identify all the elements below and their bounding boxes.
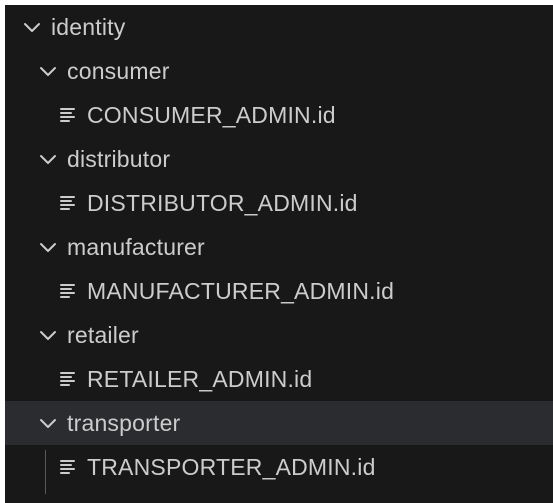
folder-distributor[interactable]: distributor xyxy=(5,137,553,181)
chevron-down-icon xyxy=(37,324,59,346)
file-manufacturer-admin[interactable]: MANUFACTURER_ADMIN.id xyxy=(5,269,553,313)
file-consumer-admin[interactable]: CONSUMER_ADMIN.id xyxy=(5,93,553,137)
file-label: MANUFACTURER_ADMIN.id xyxy=(87,277,395,304)
chevron-down-icon xyxy=(21,16,43,38)
folder-label: consumer xyxy=(67,57,170,84)
folder-label: distributor xyxy=(67,145,171,172)
folder-consumer[interactable]: consumer xyxy=(5,49,553,93)
folder-label: transporter xyxy=(67,409,181,436)
lines-file-icon xyxy=(57,192,79,214)
lines-file-icon xyxy=(57,368,79,390)
chevron-down-icon xyxy=(37,148,59,170)
lines-file-icon xyxy=(57,456,79,478)
lines-file-icon xyxy=(57,280,79,302)
folder-transporter[interactable]: transporter xyxy=(5,401,553,445)
file-transporter-admin[interactable]: TRANSPORTER_ADMIN.id xyxy=(5,445,553,489)
file-retailer-admin[interactable]: RETAILER_ADMIN.id xyxy=(5,357,553,401)
chevron-down-icon xyxy=(37,412,59,434)
chevron-down-icon xyxy=(37,60,59,82)
file-label: DISTRIBUTOR_ADMIN.id xyxy=(87,189,358,216)
chevron-down-icon xyxy=(37,236,59,258)
file-explorer: identity consumer CONSUMER_ADMIN.id dist… xyxy=(5,5,553,503)
folder-manufacturer[interactable]: manufacturer xyxy=(5,225,553,269)
folder-label: manufacturer xyxy=(67,233,205,260)
file-label: CONSUMER_ADMIN.id xyxy=(87,101,336,128)
file-label: RETAILER_ADMIN.id xyxy=(87,365,313,392)
file-label: TRANSPORTER_ADMIN.id xyxy=(87,453,376,480)
folder-identity[interactable]: identity xyxy=(5,5,553,49)
lines-file-icon xyxy=(57,104,79,126)
folder-label: retailer xyxy=(67,321,139,348)
folder-retailer[interactable]: retailer xyxy=(5,313,553,357)
folder-label: identity xyxy=(51,13,126,40)
file-distributor-admin[interactable]: DISTRIBUTOR_ADMIN.id xyxy=(5,181,553,225)
